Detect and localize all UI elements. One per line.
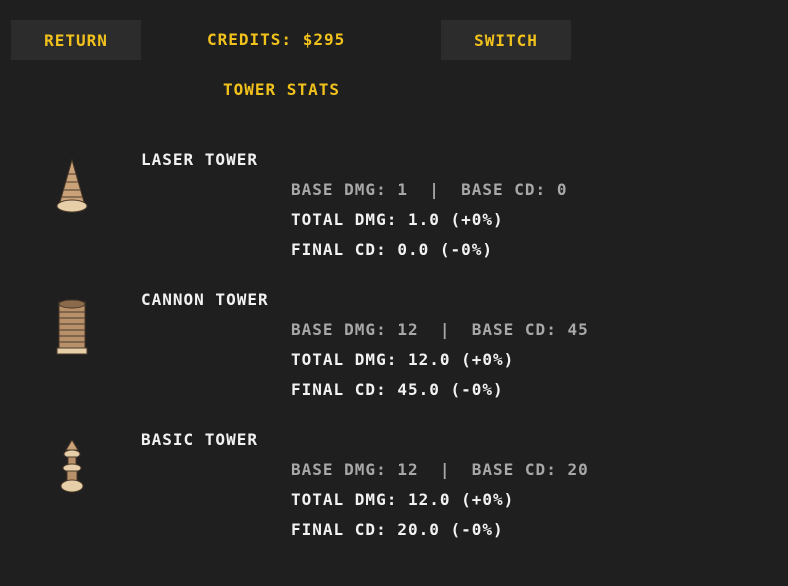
tower-name: LASER TOWER [141,150,258,169]
tower-row-cannon: CANNON TOWER BASE DMG: 12 | BASE CD: 45 … [0,290,788,420]
tower-row-laser: LASER TOWER BASE DMG: 1 | BASE CD: 0 TOT… [0,150,788,280]
final-cooldown: FINAL CD: 0.0 (-0%) [291,240,494,259]
laser-tower-icon [56,158,88,213]
cannon-tower-icon [56,299,88,355]
final-cooldown: FINAL CD: 45.0 (-0%) [291,380,504,399]
total-damage: TOTAL DMG: 12.0 (+0%) [291,350,515,369]
basic-tower-icon [60,439,84,493]
total-damage: TOTAL DMG: 12.0 (+0%) [291,490,515,509]
switch-button[interactable]: SWITCH [441,20,571,60]
base-stats: BASE DMG: 12 | BASE CD: 45 [291,320,589,339]
tower-name: BASIC TOWER [141,430,258,449]
page-title: TOWER STATS [223,80,340,99]
final-cooldown: FINAL CD: 20.0 (-0%) [291,520,504,539]
base-stats: BASE DMG: 1 | BASE CD: 0 [291,180,568,199]
credits-display: CREDITS: $295 [207,30,346,49]
total-damage: TOTAL DMG: 1.0 (+0%) [291,210,504,229]
base-stats: BASE DMG: 12 | BASE CD: 20 [291,460,589,479]
tower-name: CANNON TOWER [141,290,269,309]
return-button[interactable]: RETURN [11,20,141,60]
tower-row-basic: BASIC TOWER BASE DMG: 12 | BASE CD: 20 T… [0,430,788,560]
